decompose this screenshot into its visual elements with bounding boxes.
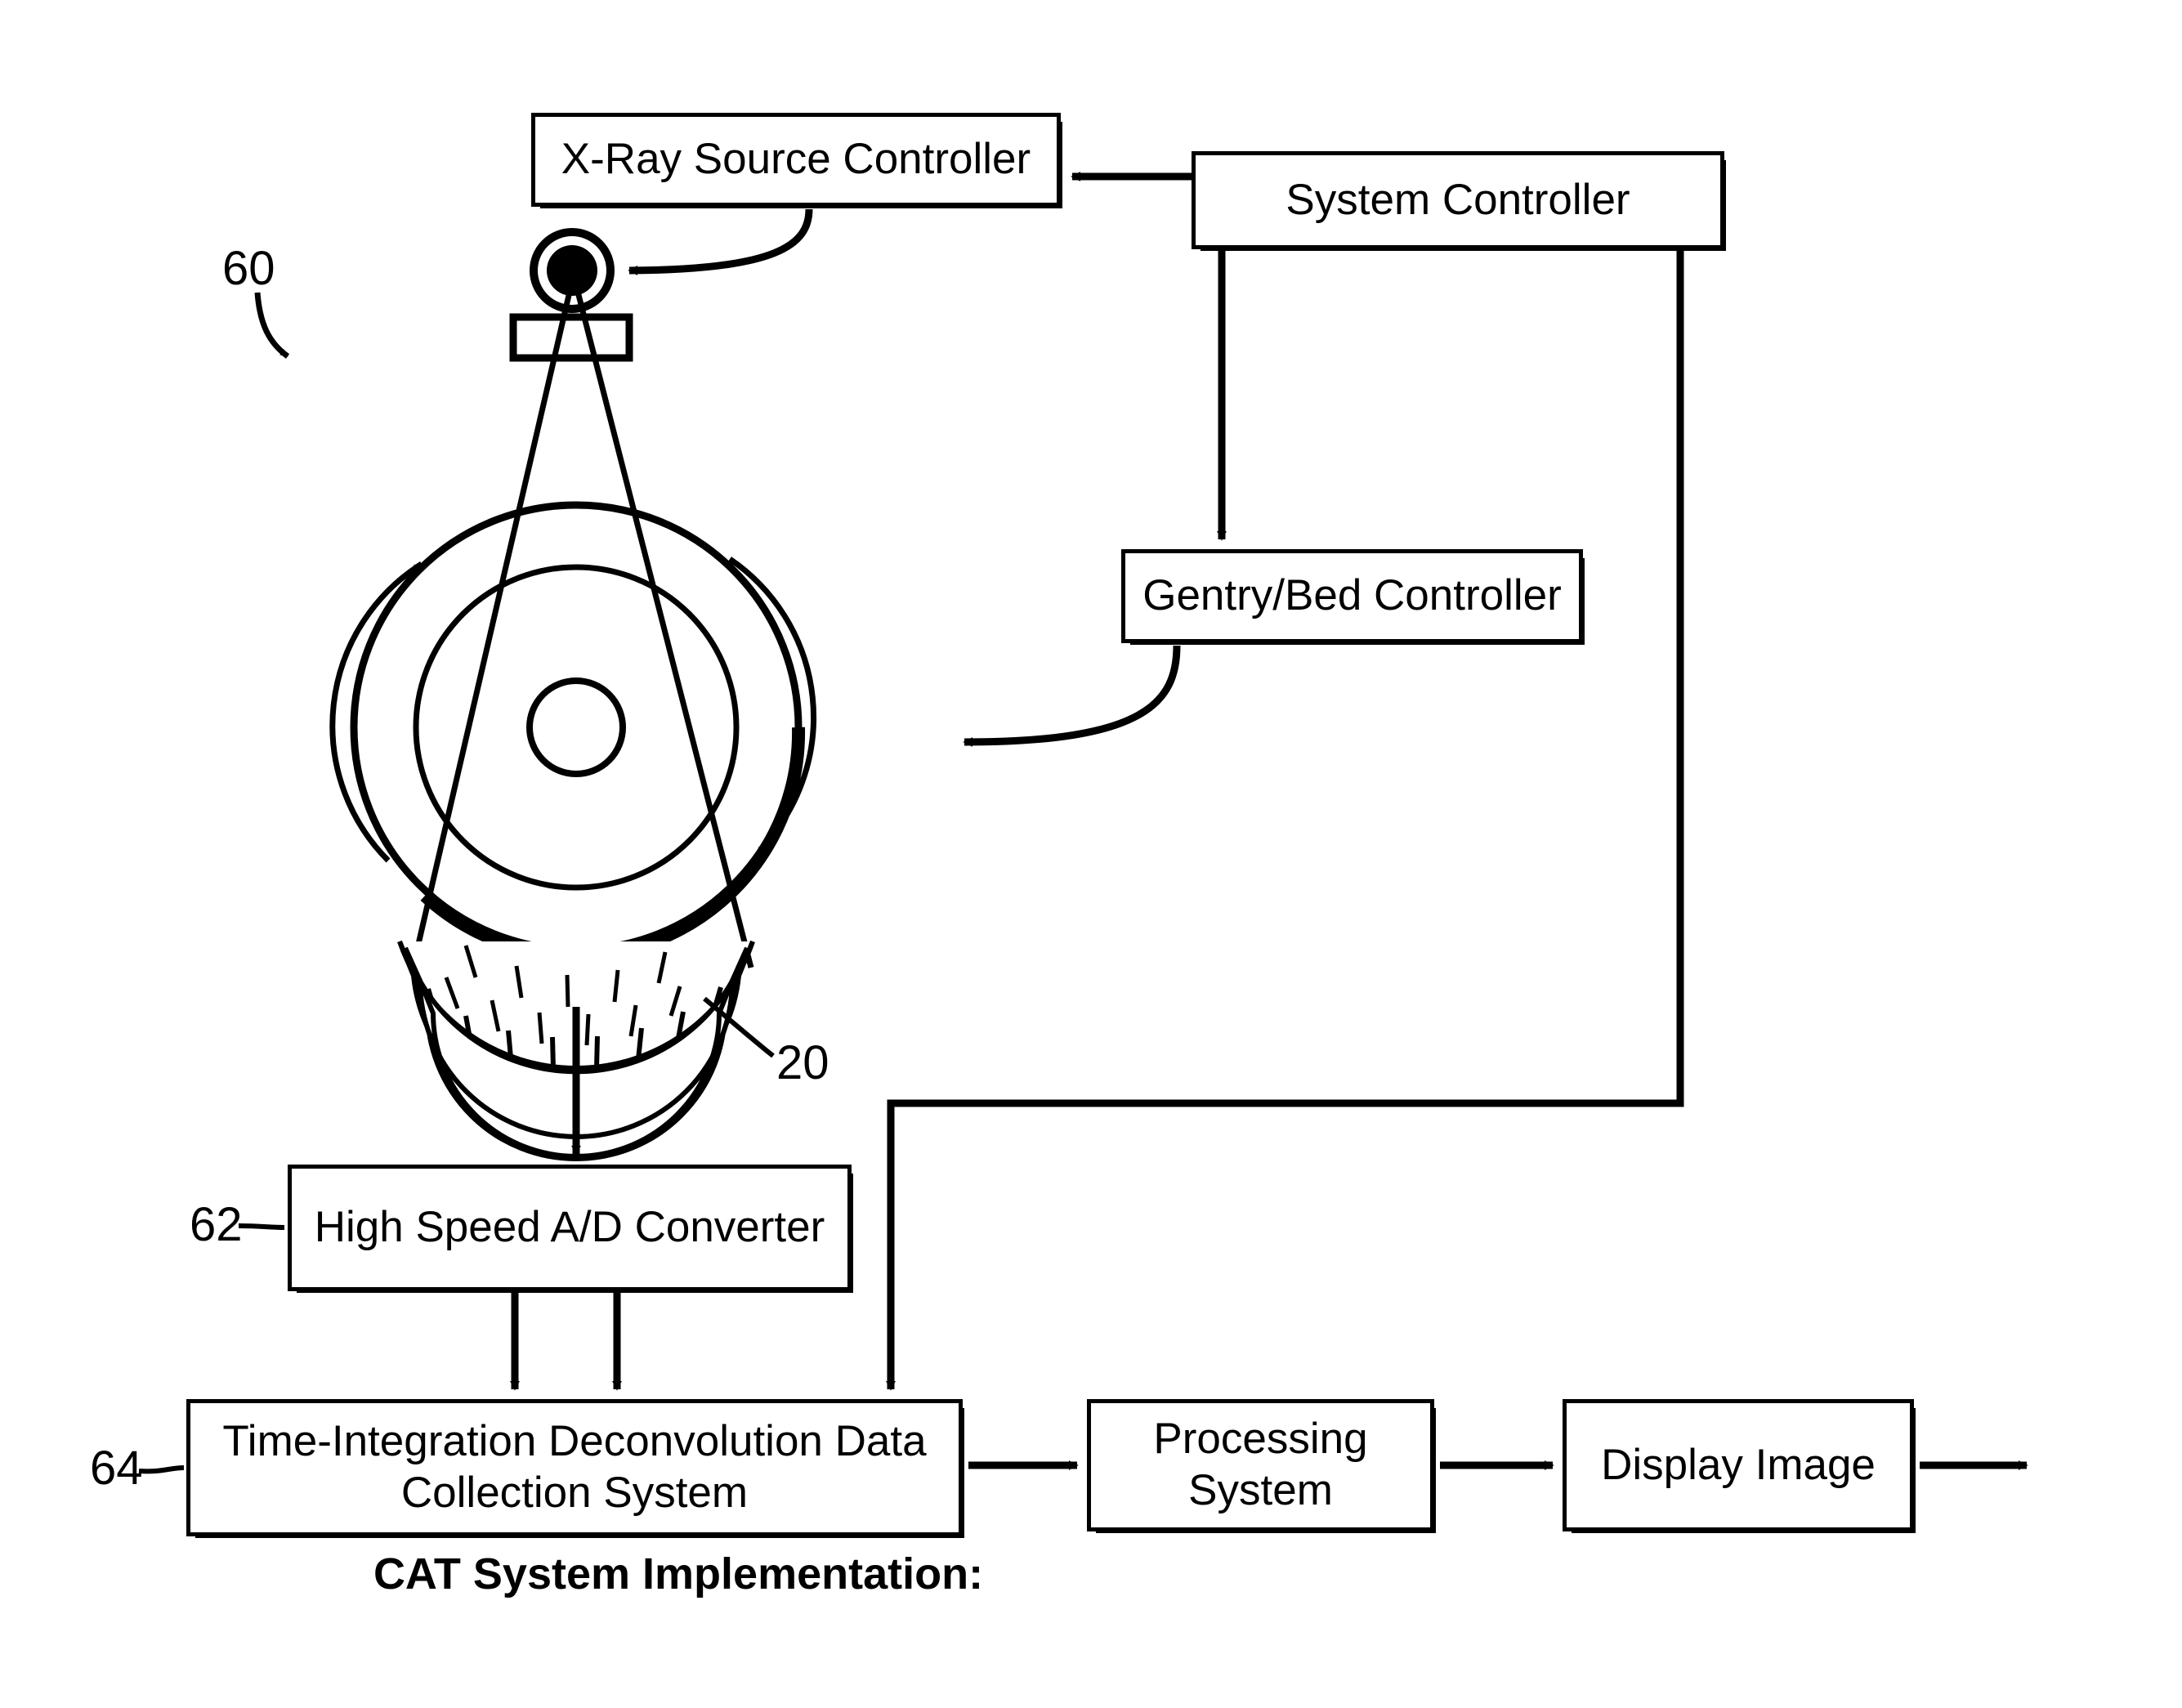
collimator-block — [509, 313, 633, 362]
line-system-controller-to-data-collection — [886, 249, 1684, 1391]
leader-line-62 — [238, 1223, 285, 1230]
block-display-image[interactable]: Display Image — [1563, 1399, 1916, 1533]
block-time-integration-deconvolution-data-collection-system[interactable]: Time-Integration Deconvolution Data Coll… — [186, 1399, 964, 1538]
block-label: High Speed A/D Converter — [314, 1203, 825, 1252]
block-label: Gentry/Bed Controller — [1142, 571, 1562, 620]
block-label: Time-Integration Deconvolution Data Coll… — [222, 1417, 927, 1517]
block-high-speed-ad-converter[interactable]: High Speed A/D Converter — [288, 1165, 853, 1293]
block-processing-system[interactable]: Processing System — [1087, 1399, 1436, 1533]
fan-beam-right-ray — [575, 291, 754, 968]
arrow-gentry-controller-to-gantry — [963, 645, 1181, 747]
reference-numeral-62: 62 — [190, 1198, 243, 1251]
x-ray-tube-focal-spot — [547, 245, 597, 296]
arrow-source-controller-to-tube — [628, 208, 813, 275]
block-label: Processing System — [1153, 1415, 1368, 1514]
leader-arrow-60 — [254, 292, 290, 359]
patient-bore-circle — [526, 677, 626, 777]
block-xray-source-controller[interactable]: X-Ray Source Controller — [531, 113, 1062, 208]
block-gentry-bed-controller[interactable]: Gentry/Bed Controller — [1121, 549, 1585, 645]
figure-caption: CAT System Implementation: — [373, 1549, 984, 1598]
reference-numeral-64: 64 — [90, 1442, 143, 1495]
block-system-controller[interactable]: System Controller — [1192, 151, 1726, 251]
leader-line-64 — [138, 1465, 185, 1474]
reference-numeral-20: 20 — [776, 1036, 829, 1089]
block-label: System Controller — [1286, 175, 1630, 224]
block-label: Display Image — [1601, 1440, 1876, 1489]
counterclockwise-rotation-arrow — [329, 561, 423, 863]
reference-numeral-60: 60 — [222, 242, 275, 295]
clockwise-rotation-arrow — [728, 557, 817, 852]
block-label: X-Ray Source Controller — [561, 135, 1031, 184]
figure-canvas: X-Ray Source Controller System Controlle… — [0, 0, 2182, 1708]
